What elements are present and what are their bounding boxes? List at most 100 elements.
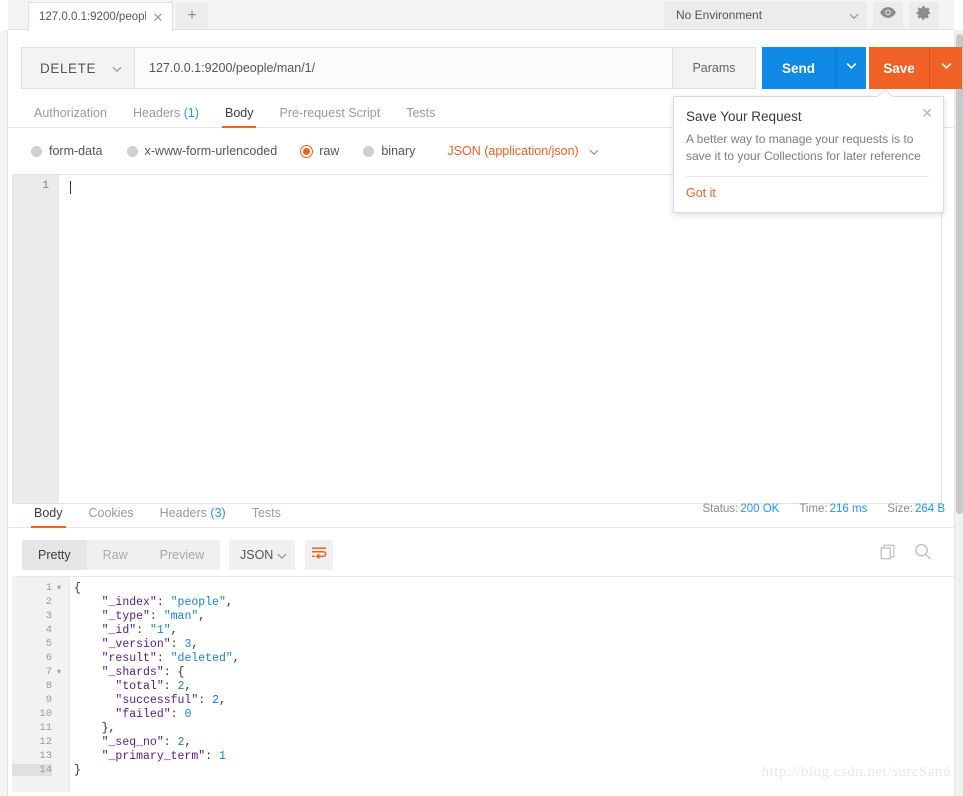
tab-tests[interactable]: Tests [393,106,448,127]
save-request-popover: Save Your Request ✕ A better way to mana… [673,96,944,213]
watermark: http://blog.csdn.net/sureSand [761,764,951,780]
search-icon[interactable] [913,542,932,566]
response-view-pretty[interactable]: Pretty [22,540,87,570]
view-label: Pretty [38,548,71,562]
line-number: 8 [45,680,52,692]
response-code-line: 8 "total": 2, [12,679,954,693]
response-tab-cookies[interactable]: Cookies [76,506,147,527]
save-button[interactable]: Save [869,47,929,89]
line-code: "_seq_no": 2, [101,735,192,749]
settings-button[interactable] [909,2,939,28]
word-wrap-button[interactable] [305,540,333,570]
tab-authorization[interactable]: Authorization [21,106,120,127]
line-number: 10 [39,708,52,720]
popover-divider [686,176,929,177]
response-view-raw[interactable]: Raw [87,540,144,570]
response-code-line: 9 "successful": 2, [12,693,954,707]
editor-line-number: 1 [42,180,49,192]
tab-headers[interactable]: Headers (1) [120,106,212,127]
status-value: 200 OK [740,503,780,515]
line-code: "_shards": { [101,665,185,679]
popover-arrow [878,89,893,97]
send-button-group: Send [762,47,866,89]
tab-label: Body [224,106,254,120]
status-badge: Status: 200 OK [703,503,780,515]
response-view-segmented-control: Pretty Raw Preview [22,540,221,570]
response-code-line: 12 "_seq_no": 2, [12,735,954,749]
response-body-viewer[interactable]: 1 ▾{2 "_index": "people", 3 "_type": "man"… [12,576,954,792]
size-value: 264 B [914,503,945,515]
response-code-line: 3 "_type": "man", [12,609,954,623]
line-code: "_type": "man", [101,609,206,623]
environment-bar: No Environment [664,0,945,30]
line-code: "_primary_term": 1 [101,749,226,763]
response-tab-body[interactable]: Body [21,506,76,528]
line-code: "failed": 0 [115,707,192,721]
close-icon[interactable]: ✕ [921,106,933,120]
send-options-button[interactable] [835,47,866,89]
response-code-line: 7 ▾ "_shards": { [12,665,954,679]
view-label: Preview [159,548,205,562]
line-code: { [74,581,81,595]
request-body-editor[interactable]: 1 [12,174,942,504]
radio-icon [363,145,375,157]
response-format-select[interactable]: JSON [229,540,295,570]
send-button[interactable]: Send [762,47,835,89]
new-tab-button[interactable]: + [176,3,208,29]
body-type-x-www-form-urlencoded[interactable]: x-www-form-urlencoded [126,144,277,158]
radio-icon [31,145,42,157]
method-label: DELETE [40,60,97,76]
copy-icon[interactable] [879,543,897,566]
close-icon[interactable]: ✕ [150,9,166,25]
tab-label: Pre-request Script [279,106,381,120]
popover-got-it-button[interactable]: Got it [686,186,716,200]
response-toolbar: Pretty Raw Preview JSON [12,540,954,574]
eye-icon [879,6,897,24]
method-select[interactable]: DELETE [21,47,135,89]
response-code-lines: 1 ▾{2 "_index": "people", 3 "_type": "man"… [12,581,954,777]
url-input[interactable]: 127.0.0.1:9200/people/man/1/ [135,47,673,89]
request-tab[interactable]: 127.0.0.1:9200/people ✕ [28,2,173,31]
line-number: 12 [39,736,52,748]
tab-body[interactable]: Body [212,106,267,128]
tab-pre-request-script[interactable]: Pre-request Script [266,106,393,127]
environment-quick-look-button[interactable] [873,2,903,28]
fold-toggle-icon[interactable]: ▾ [52,665,66,679]
scrollbar-thumb[interactable] [956,34,963,514]
fold-toggle-icon[interactable]: ▾ [52,581,66,595]
line-number: 5 [45,638,52,650]
time-label: Time: [799,503,828,515]
line-number: 13 [39,750,52,762]
body-format-label: JSON (application/json) [447,144,579,158]
chevron-down-icon [940,59,953,77]
body-type-binary[interactable]: binary [363,144,415,158]
line-number: 4 [45,624,52,636]
popover-title: Save Your Request [686,109,802,124]
params-button[interactable]: Params [673,47,756,89]
time-value: 216 ms [829,503,868,515]
request-tab-label: 127.0.0.1:9200/people [39,11,146,23]
url-bar: DELETE 127.0.0.1:9200/people/man/1/ Para… [9,47,962,89]
tab-label: Headers [132,106,181,120]
save-options-button[interactable] [929,47,962,89]
tab-label: Body [34,506,63,520]
environment-select[interactable]: No Environment [664,2,867,28]
body-type-form-data[interactable]: form-data [31,144,103,158]
headers-count: (1) [183,106,199,120]
tab-label: Headers [159,506,207,520]
body-format-select[interactable]: JSON (application/json) [447,144,599,158]
line-number: 3 [45,610,52,622]
body-type-raw[interactable]: raw [301,144,339,158]
body-type-label: binary [381,144,416,158]
chevron-down-icon [845,59,858,77]
popover-body: A better way to manage your requests is … [686,132,921,163]
radio-icon [126,145,138,157]
response-tab-headers[interactable]: Headers (3) [147,506,239,527]
vertical-scrollbar[interactable] [954,30,963,796]
line-number: 2 [45,596,52,608]
response-format-label: JSON [240,548,274,562]
tab-label: Cookies [88,506,134,520]
response-tab-tests[interactable]: Tests [239,506,294,527]
response-view-preview[interactable]: Preview [144,540,220,570]
line-code: "result": "deleted", [101,651,240,665]
